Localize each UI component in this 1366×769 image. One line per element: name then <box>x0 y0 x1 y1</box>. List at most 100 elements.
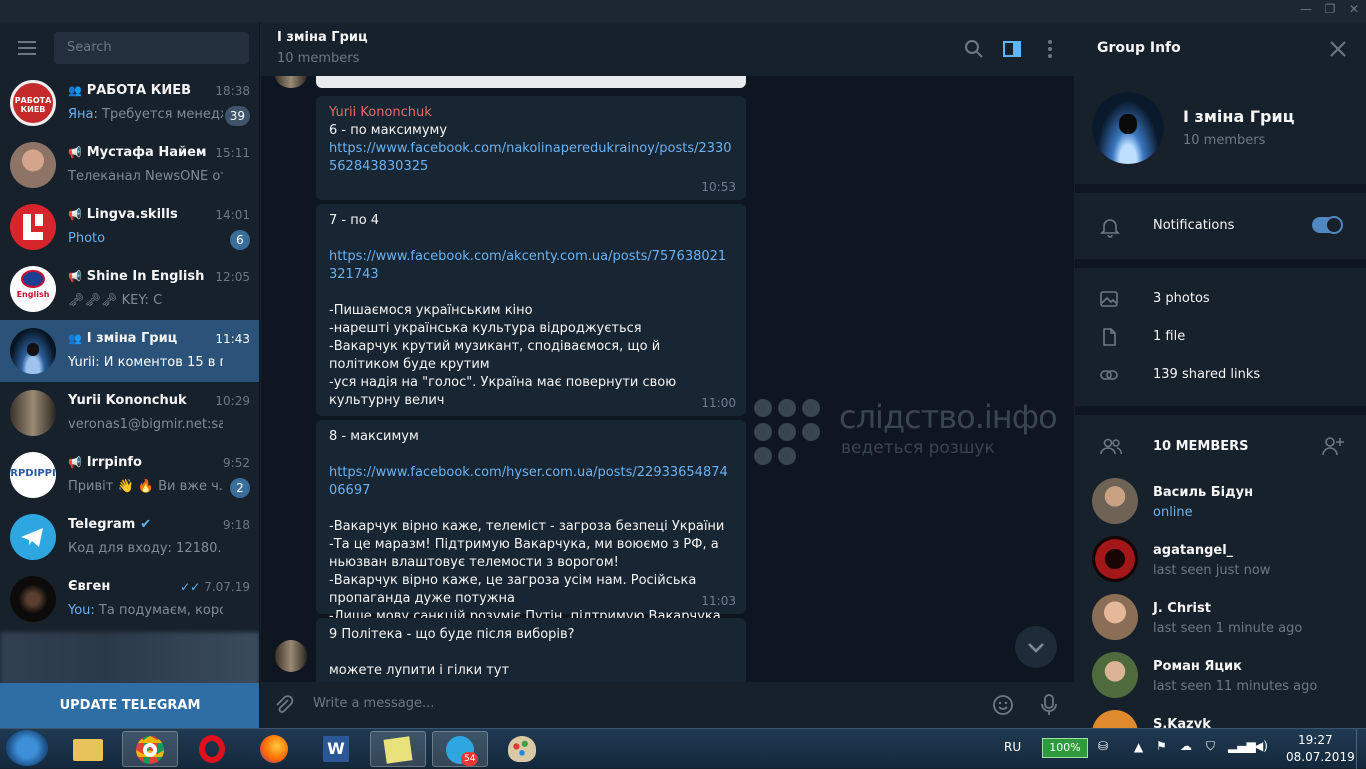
start-button[interactable] <box>6 730 48 766</box>
taskbar-firefox[interactable] <box>246 731 302 767</box>
message-text: ​ <box>329 644 733 662</box>
group-name: І зміна Гриц <box>1183 107 1295 126</box>
emoji-icon[interactable] <box>992 694 1014 716</box>
chat-time: 11:43 <box>215 332 250 346</box>
chat-item[interactable]: 📢 Lingva.skills 14:01 Photo 6 <box>0 196 259 258</box>
taskbar-word[interactable]: W <box>308 731 364 767</box>
chat-header: І зміна Гриц 10 members <box>261 22 1074 76</box>
maximize-icon[interactable]: ❐ <box>1318 2 1342 16</box>
cloud-icon[interactable]: ☁ <box>1180 739 1192 753</box>
hamburger-menu-icon[interactable] <box>18 41 36 55</box>
search-icon[interactable] <box>963 38 985 60</box>
more-options-icon[interactable] <box>1039 38 1061 60</box>
message-bubble[interactable]: 9 Політека - що буде після виборів? ​ мо… <box>316 618 746 682</box>
member-item[interactable]: Василь Бідун online <box>1075 478 1366 536</box>
message-bubble[interactable]: 7 - по 4 ​ https://www.facebook.com/akce… <box>316 204 746 416</box>
scroll-down-button[interactable] <box>1015 626 1057 668</box>
sidebar-toggle-icon[interactable] <box>1001 38 1023 60</box>
chat-time: 14:01 <box>215 208 250 222</box>
chat-item[interactable]: 📢 Мустафа Найем 15:11 Телеканал NewsONE о… <box>0 134 259 196</box>
avatar: RPDIPPI <box>10 452 56 498</box>
chat-name: Мустафа Найем <box>86 145 207 160</box>
photo-icon <box>1100 291 1118 307</box>
add-member-icon[interactable] <box>1321 435 1345 457</box>
member-item[interactable]: Роман Яцик last seen 11 minutes ago <box>1075 652 1366 710</box>
chrome-icon <box>136 736 164 764</box>
attach-icon[interactable] <box>273 694 295 716</box>
photos-label: 3 photos <box>1153 291 1210 306</box>
divider <box>1075 184 1366 193</box>
member-status: last seen 1 minute ago <box>1153 621 1303 636</box>
folder-icon <box>73 739 103 761</box>
chat-item[interactable]: Telegram ✔ 9:18 Код для входу: 12180. Не … <box>0 506 259 568</box>
chat-preview: veronas1@bigmir.net:savchu... <box>68 417 223 432</box>
avatar <box>1092 652 1138 698</box>
update-telegram-button[interactable]: UPDATE TELEGRAM <box>0 683 259 728</box>
chat-name: Shine In English <box>86 269 205 284</box>
show-desktop-button[interactable] <box>1356 729 1366 769</box>
message-text: 9 Політека - що буде після виборів? <box>329 627 575 642</box>
volume-icon[interactable]: ◀) <box>1254 739 1268 753</box>
message-text: -уся надія на "голос". Україна має повер… <box>329 375 681 408</box>
chat-item[interactable]: RPDIPPI 📢 Irrpinfo 9:52 Привіт 👋 🔥 Ви вже… <box>0 444 259 506</box>
message-link[interactable]: https://www.facebook.com/hyser.com.ua/po… <box>329 464 733 500</box>
search-input[interactable]: Search <box>54 32 249 64</box>
message-time: 11:03 <box>701 594 736 608</box>
clock-date[interactable]: 08.07.2019 <box>1286 750 1355 764</box>
member-name: S.Kazyk <box>1153 717 1211 728</box>
unread-badge: 6 <box>230 230 250 250</box>
message-link[interactable]: https://www.facebook.com/akcenty.com.ua/… <box>329 248 733 284</box>
taskbar-paint[interactable] <box>494 731 550 767</box>
signal-icon[interactable]: ▂▄▆ <box>1228 739 1256 753</box>
avatar <box>1092 478 1138 524</box>
chat-item[interactable]: English 📢 Shine In English 12:05 🗝🗝🗝 KEY:… <box>0 258 259 320</box>
watermark-subtitle: ведеться розшук <box>841 438 995 458</box>
taskbar-explorer[interactable] <box>60 731 116 767</box>
message-link[interactable]: https://www.facebook.com/nakolinapereduk… <box>329 140 733 176</box>
chat-preview: Yurii: И коментов 15 в подде... <box>68 355 223 370</box>
message-bubble[interactable]: Yurii Kononchuk 6 - по максимуму https:/… <box>316 96 746 200</box>
notifications-toggle[interactable] <box>1312 216 1343 234</box>
panel-title: Group Info <box>1097 40 1181 56</box>
members-icon <box>1100 438 1122 455</box>
chat-sender: Яна: <box>68 107 98 122</box>
chat-sender: You: <box>68 603 95 618</box>
taskbar-telegram[interactable]: 54 <box>432 731 488 767</box>
language-indicator[interactable]: RU <box>1004 740 1021 754</box>
network-adapter-icon[interactable]: ⛁ <box>1098 739 1108 753</box>
group-icon: 👥 <box>68 84 82 97</box>
tray-expand-icon[interactable]: ▲ <box>1134 740 1143 754</box>
chat-name: Євген <box>68 579 111 594</box>
security-icon[interactable]: ⛉ <box>1206 739 1215 754</box>
chat-item[interactable]: Yurii Kononchuk 10:29 veronas1@bigmir.ne… <box>0 382 259 444</box>
clock-time[interactable]: 19:27 <box>1298 733 1333 747</box>
firefox-icon <box>260 735 288 763</box>
chat-title[interactable]: І зміна Гриц <box>277 30 368 45</box>
microphone-icon[interactable] <box>1038 693 1060 717</box>
message-input[interactable]: Write a message... <box>313 696 434 711</box>
flag-icon[interactable]: ⚑ <box>1156 739 1167 753</box>
chat-item-active[interactable]: 👥 І зміна Гриц 11:43 Yurii: И коментов 15… <box>0 320 259 382</box>
member-item[interactable]: S.Kazyk <box>1075 710 1366 728</box>
message-bubble[interactable]: 8 - максимум ​ https://www.facebook.com/… <box>316 420 746 624</box>
taskbar-chrome[interactable] <box>122 731 178 767</box>
taskbar-sticky-notes[interactable] <box>370 731 426 767</box>
watermark-title: слідство.інфо <box>839 398 1058 436</box>
member-name: Роман Яцик <box>1153 659 1242 674</box>
chat-item[interactable]: РАБОТА КИЕВ 👥 РАБОТА КИЕВ 18:38 Яна: Требу… <box>0 72 259 134</box>
close-icon[interactable] <box>1329 40 1347 58</box>
close-window-icon[interactable]: ✕ <box>1342 2 1366 16</box>
message-author[interactable]: Yurii Kononchuk <box>329 104 733 122</box>
taskbar-opera[interactable] <box>184 731 240 767</box>
chat-time: 15:11 <box>215 146 250 160</box>
member-status: online <box>1153 505 1193 520</box>
chat-item[interactable]: Євген ✓✓7.07.19 You: Та подумаєм, короче <box>0 568 259 630</box>
battery-indicator[interactable]: 100% <box>1042 738 1088 758</box>
member-item[interactable]: agatangel_ last seen just now <box>1075 536 1366 594</box>
group-member-count: 10 members <box>1183 133 1266 148</box>
member-item[interactable]: J. Christ last seen 1 minute ago <box>1075 594 1366 652</box>
telegram-badge: 54 <box>461 752 479 766</box>
watermark-logo: слідство.інфо ведеться розшук <box>753 398 1073 478</box>
chevron-down-icon <box>1028 643 1044 653</box>
minimize-icon[interactable]: — <box>1294 2 1318 16</box>
